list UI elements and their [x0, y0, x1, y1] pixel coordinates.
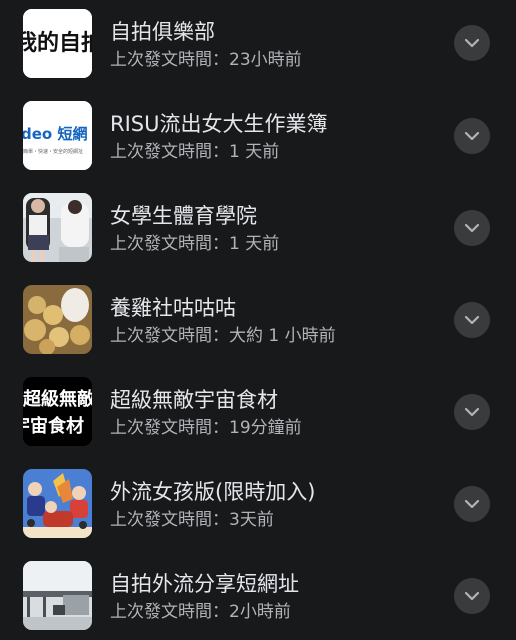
chevron-down-icon — [464, 407, 480, 417]
group-item-risu[interactable]: deo 短網 簡單・快速・安全的短網址 RISU流出女大生作業簿 上次發文時間：… — [0, 92, 516, 184]
group-last-post: 上次發文時間：1 天前 — [110, 142, 280, 162]
group-photo — [23, 193, 92, 262]
group-item-chicken-club[interactable]: 養雞社咕咕咕 上次發文時間：大約 1 小時前 — [0, 276, 516, 368]
group-name: 女學生體育學院 — [110, 204, 257, 228]
group-thumbnail: 我的自拍 — [23, 9, 92, 78]
group-last-post: 上次發文時間：1 天前 — [110, 234, 280, 254]
group-photo — [23, 285, 92, 354]
group-name: 超級無敵宇宙食材 — [110, 388, 278, 412]
group-item-super-ingredients[interactable]: 超級無敵 宇宙食材 超級無敵宇宙食材 上次發文時間：19分鐘前 — [0, 368, 516, 460]
group-last-post: 上次發文時間：大約 1 小時前 — [110, 326, 336, 346]
thumbnail-text: 宇宙食材 — [23, 415, 84, 437]
group-name: 自拍外流分享短網址 — [110, 572, 299, 596]
more-options-button[interactable] — [454, 486, 490, 522]
more-options-button[interactable] — [454, 394, 490, 430]
chevron-down-icon — [464, 591, 480, 601]
group-name: 外流女孩版(限時加入) — [110, 480, 316, 504]
more-options-button[interactable] — [454, 25, 490, 61]
group-thumbnail — [23, 469, 92, 538]
group-list: 我的自拍 自拍俱樂部 上次發文時間：23小時前 deo 短網 簡單・快速・安全的… — [0, 0, 516, 640]
group-photo — [23, 561, 92, 630]
thumbnail-text: deo 短網 — [23, 125, 87, 143]
group-item-selfie-club[interactable]: 我的自拍 自拍俱樂部 上次發文時間：23小時前 — [0, 0, 516, 92]
group-name: 養雞社咕咕咕 — [110, 296, 236, 320]
thumbnail-text: 超級無敵 — [23, 388, 92, 410]
more-options-button[interactable] — [454, 578, 490, 614]
group-last-post: 上次發文時間：3天前 — [110, 510, 274, 530]
chevron-down-icon — [464, 499, 480, 509]
more-options-button[interactable] — [454, 118, 490, 154]
group-name: RISU流出女大生作業簿 — [110, 112, 328, 136]
group-name: 自拍俱樂部 — [110, 20, 215, 44]
group-item-leak-girls[interactable]: 外流女孩版(限時加入) 上次發文時間：3天前 — [0, 460, 516, 552]
group-thumbnail: deo 短網 簡單・快速・安全的短網址 — [23, 101, 92, 170]
chevron-down-icon — [464, 131, 480, 141]
group-item-selfie-share[interactable]: 自拍外流分享短網址 上次發文時間：2小時前 — [0, 552, 516, 640]
group-thumbnail — [23, 561, 92, 630]
group-thumbnail: 超級無敵 宇宙食材 — [23, 377, 92, 446]
group-item-student-sports[interactable]: 女學生體育學院 上次發文時間：1 天前 — [0, 184, 516, 276]
group-last-post: 上次發文時間：2小時前 — [110, 602, 291, 622]
group-last-post: 上次發文時間：19分鐘前 — [110, 418, 302, 438]
group-thumbnail — [23, 285, 92, 354]
chevron-down-icon — [464, 223, 480, 233]
more-options-button[interactable] — [454, 210, 490, 246]
chevron-down-icon — [464, 315, 480, 325]
chevron-down-icon — [464, 38, 480, 48]
group-last-post: 上次發文時間：23小時前 — [110, 50, 302, 70]
group-thumbnail — [23, 193, 92, 262]
thumbnail-text: 我的自拍 — [23, 30, 92, 56]
group-illustration — [23, 469, 92, 538]
more-options-button[interactable] — [454, 302, 490, 338]
thumbnail-caption: 簡單・快速・安全的短網址 — [23, 148, 83, 155]
